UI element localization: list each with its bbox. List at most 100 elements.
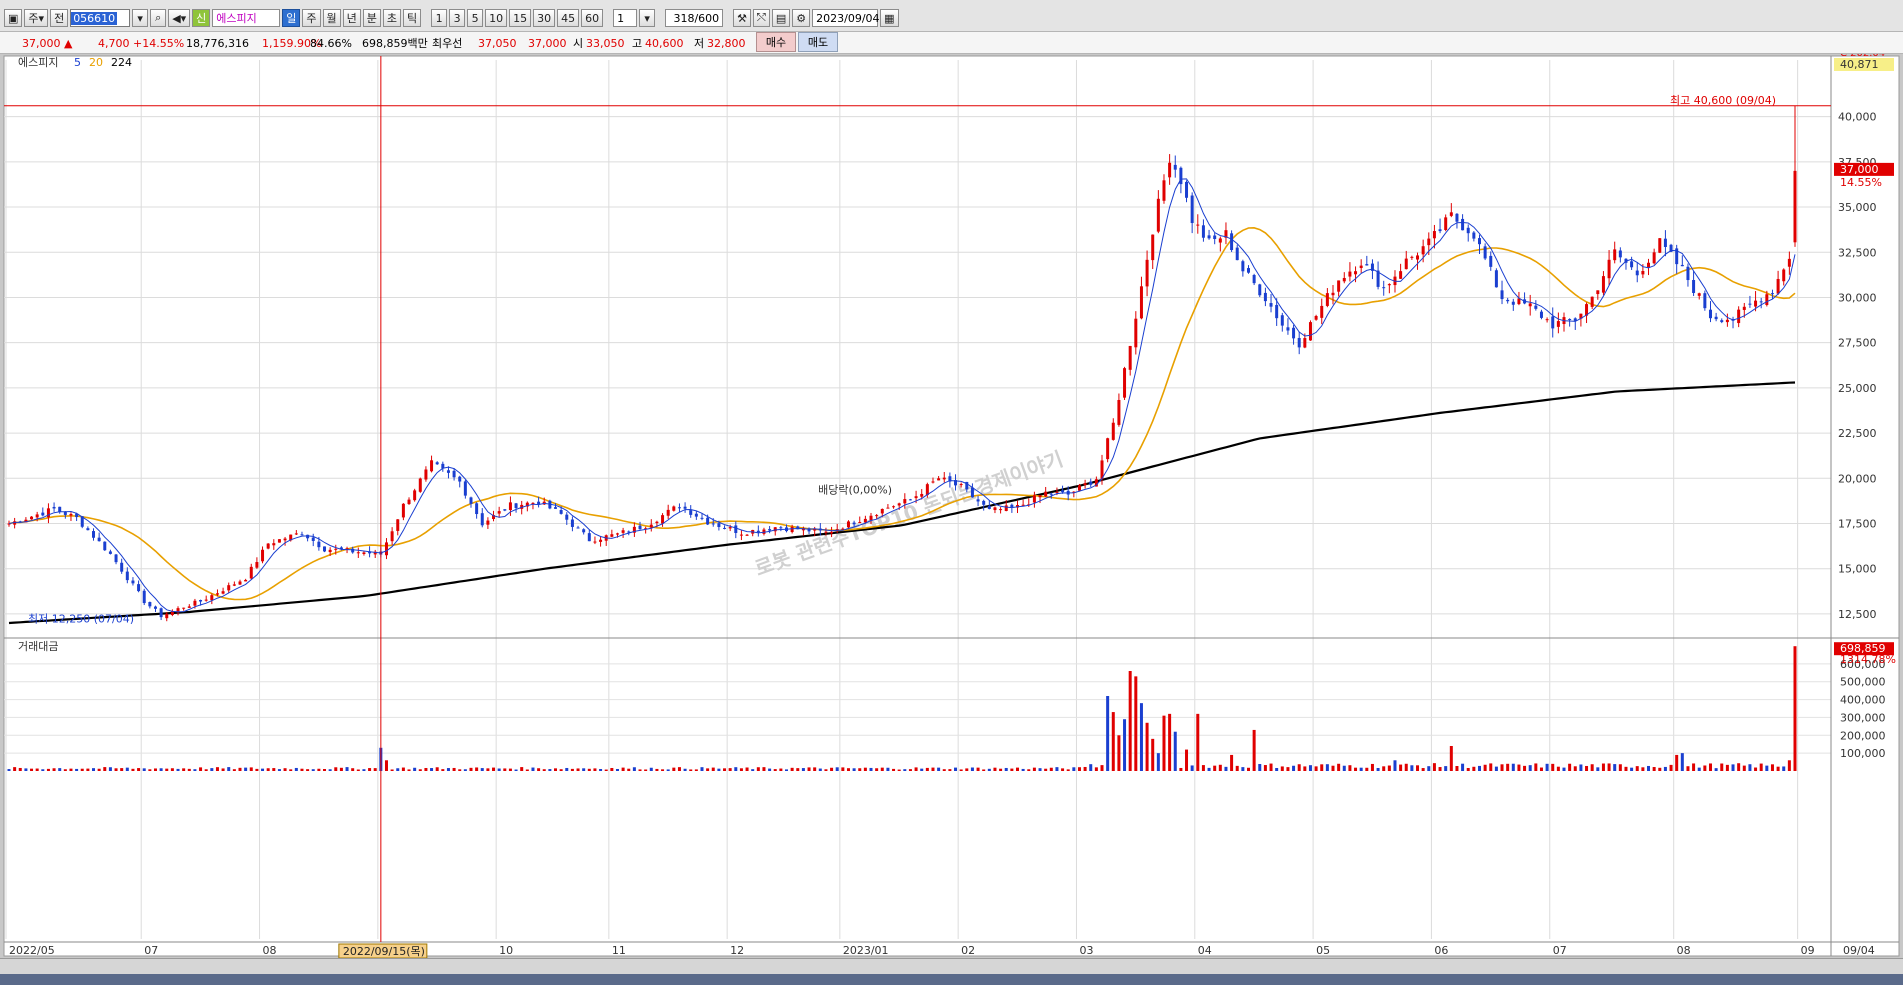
volume-bar <box>1421 768 1425 771</box>
candle-body <box>294 533 298 535</box>
volume-bar <box>458 769 462 771</box>
candle-body <box>999 509 1003 511</box>
candle-body <box>69 513 73 516</box>
save-icon[interactable]: ▤ <box>771 9 791 27</box>
chart-tool-icon[interactable]: ⚒ <box>733 9 752 27</box>
period-minute[interactable]: 분 <box>362 9 381 27</box>
code-dropdown-icon[interactable]: ▾ <box>132 9 149 27</box>
volume-bar <box>615 768 619 771</box>
candle-body <box>1782 269 1786 282</box>
volume-bar <box>1545 763 1549 771</box>
sell-button[interactable]: 매도 <box>798 32 838 52</box>
volume-bar <box>1731 764 1735 771</box>
volume-bar <box>1382 766 1386 771</box>
period-week[interactable]: 주 <box>302 9 321 27</box>
interval-30[interactable]: 30 <box>533 9 556 27</box>
market-button[interactable]: 전 <box>50 9 69 27</box>
candle-body <box>159 608 163 618</box>
unit-dropdown-icon[interactable]: ▾ <box>639 9 656 27</box>
change-value: 4,700 +14.55% <box>98 36 185 50</box>
candle-body <box>1754 300 1758 307</box>
interval-60[interactable]: 60 <box>581 9 604 27</box>
interval-15[interactable]: 15 <box>509 9 532 27</box>
candle-body <box>908 499 912 501</box>
candle-body <box>1190 195 1194 224</box>
date-field[interactable]: 2023/09/04 <box>812 9 880 27</box>
volume-bar <box>1201 765 1205 771</box>
scroll-bar[interactable] <box>0 958 1903 974</box>
candle-body <box>863 518 867 523</box>
interval-45[interactable]: 45 <box>557 9 580 27</box>
candle-body <box>1444 217 1448 231</box>
candle-body <box>514 503 518 509</box>
interval-10[interactable]: 10 <box>485 9 508 27</box>
candle-body <box>480 513 484 526</box>
volume-bar <box>728 768 732 771</box>
compare-icon[interactable]: ⤲ <box>753 9 770 27</box>
candle-body <box>1528 303 1532 307</box>
candle-body <box>384 542 388 556</box>
price-tick: 35,000 <box>1838 201 1877 214</box>
volume-bar <box>1376 767 1380 771</box>
volume-bar <box>875 768 879 771</box>
candle-body <box>1742 306 1746 310</box>
candle-body <box>1697 293 1701 296</box>
candle-body <box>1089 481 1093 485</box>
layout-icon[interactable]: ▣ <box>4 9 23 27</box>
interval-5[interactable]: 5 <box>467 9 484 27</box>
calendar-icon[interactable]: ▦ <box>880 9 899 27</box>
volume-bar <box>401 767 405 771</box>
candle-body <box>1399 271 1403 279</box>
volume-bar <box>1320 764 1324 771</box>
candle-body <box>570 519 574 527</box>
candle-body <box>120 562 124 572</box>
price-tick: 27,500 <box>1838 337 1877 350</box>
volume-bar <box>1337 763 1341 771</box>
volume-bar <box>1765 765 1769 771</box>
period-year[interactable]: 년 <box>342 9 361 27</box>
candle-body <box>1280 315 1284 326</box>
search-icon[interactable]: ⌕ <box>150 9 167 27</box>
volume-bar <box>1139 703 1143 771</box>
volume-bar <box>492 767 496 771</box>
volume-bar <box>1235 765 1239 771</box>
period-tick[interactable]: 틱 <box>403 9 422 27</box>
buy-button[interactable]: 매수 <box>756 32 796 52</box>
volume-bar <box>131 768 135 771</box>
candle-body <box>1246 268 1250 273</box>
stock-chart[interactable]: 로봇 관련주TOP10 돈되는경제이야기 40,00037,50035,0003… <box>0 54 1903 964</box>
period-second[interactable]: 초 <box>382 9 402 27</box>
volume-bar <box>559 769 563 771</box>
candle-body <box>1686 266 1690 281</box>
volume-bar <box>1089 764 1093 771</box>
volume-bar <box>1438 767 1442 771</box>
interval-1[interactable]: 1 <box>431 9 448 27</box>
volume-bar <box>1066 769 1070 771</box>
candle-body <box>768 529 772 531</box>
period-day[interactable]: 일 <box>282 9 301 27</box>
volume-tick: 300,000 <box>1840 711 1886 724</box>
footer-date: 09/04 <box>1843 944 1875 957</box>
turnover-rate: 84.66% <box>310 36 352 50</box>
period-month[interactable]: 월 <box>322 9 341 27</box>
gear-icon[interactable]: ⚙ <box>792 9 811 27</box>
volume-bar <box>672 767 676 771</box>
candle-body <box>1776 278 1780 294</box>
candle-body <box>987 505 991 509</box>
volume-bar <box>1692 763 1696 771</box>
candle-body <box>221 591 225 594</box>
mode-select[interactable]: 주 ▾ <box>24 9 49 27</box>
interval-3[interactable]: 3 <box>449 9 466 27</box>
price-tick: 12,500 <box>1838 608 1877 621</box>
unit-input[interactable]: 1 <box>613 9 638 27</box>
ma-legend-5: 5 <box>74 56 81 69</box>
candle-body <box>475 503 479 515</box>
count-field[interactable]: 318/600 <box>665 9 724 27</box>
candle-body <box>508 502 512 511</box>
volume-bar <box>1325 764 1329 771</box>
speaker-icon[interactable]: ◀▾ <box>168 9 191 27</box>
volume-bar <box>599 768 603 771</box>
code-input[interactable]: 056610 <box>70 9 131 27</box>
volume-bar <box>976 767 980 771</box>
stock-name-field[interactable]: 에스피지 <box>212 9 281 27</box>
